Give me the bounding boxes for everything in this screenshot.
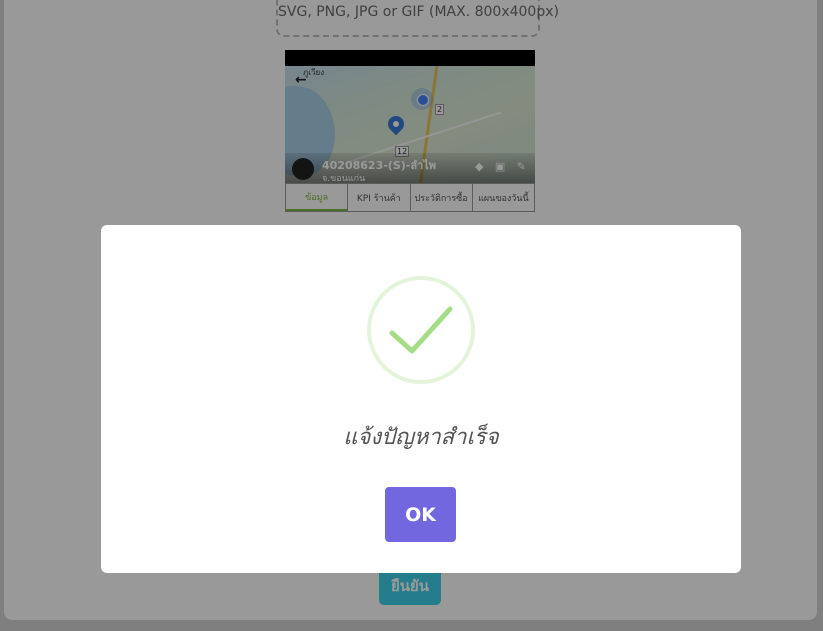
ok-button[interactable]: OK [385, 487, 456, 542]
dialog-title: แจ้งปัญหาสำเร็จ [343, 425, 499, 450]
success-dialog: แจ้งปัญหาสำเร็จ OK [101, 225, 741, 573]
success-check-icon [367, 276, 475, 384]
